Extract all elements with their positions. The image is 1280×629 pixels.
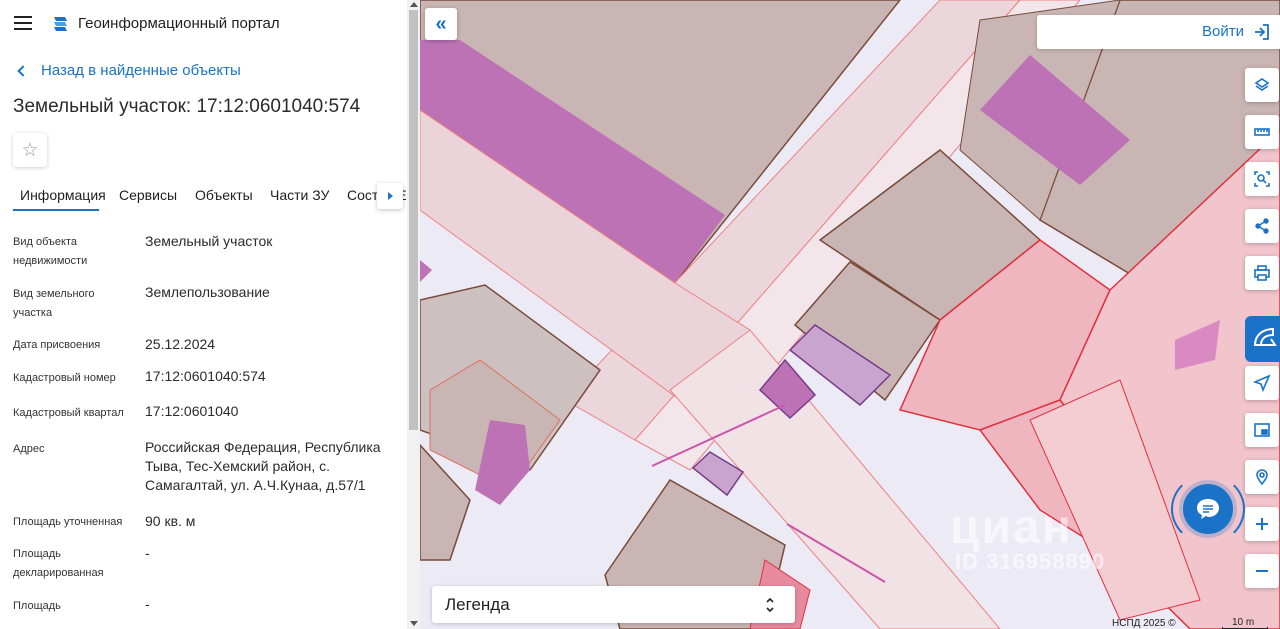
- print-button[interactable]: [1245, 256, 1279, 290]
- tabs-scroll-right-button[interactable]: [377, 183, 403, 209]
- login-icon: [1255, 24, 1269, 40]
- info-label: Площадь уточненная: [13, 516, 123, 528]
- legend-dropdown[interactable]: Легенда: [432, 586, 795, 623]
- object-title: Земельный участок: 17:12:0601040:574: [13, 96, 361, 117]
- sort-arrows-icon: [766, 597, 774, 613]
- double-chevron-left-icon: «: [435, 12, 447, 35]
- back-link-label: Назад в найденные объекты: [41, 62, 241, 79]
- hamburger-menu-icon[interactable]: [14, 16, 32, 32]
- cadastral-map[interactable]: [420, 0, 1280, 629]
- share-button[interactable]: [1245, 209, 1279, 243]
- legend-label: Легенда: [445, 595, 510, 614]
- info-label: Адрес: [13, 443, 45, 455]
- chevron-right-icon: [387, 192, 393, 200]
- chat-button[interactable]: [1183, 484, 1233, 534]
- active-tab-indicator: [13, 209, 99, 211]
- info-value: 17:12:0601040: [145, 403, 239, 419]
- printer-icon: [1254, 265, 1270, 281]
- info-label: Площадь: [13, 600, 61, 612]
- map-canvas[interactable]: [420, 0, 1280, 629]
- info-label: Кадастровый номер: [13, 372, 116, 384]
- watermark-id: ID 316958890: [955, 549, 1106, 574]
- plus-icon: [1256, 518, 1268, 530]
- info-value: 17:12:0601040:574: [145, 368, 266, 384]
- info-panel: Геоинформационный портал Назад в найденн…: [0, 0, 407, 629]
- portal-logo-icon: [54, 17, 67, 31]
- layers-icon: [1254, 78, 1270, 91]
- favorite-button[interactable]: ☆: [13, 133, 47, 167]
- chevron-left-icon: [17, 64, 29, 77]
- select-area-button[interactable]: [1245, 162, 1279, 196]
- tab-objects[interactable]: Объекты: [195, 178, 253, 211]
- zoom-out-button[interactable]: [1245, 554, 1279, 588]
- info-label: Вид земельного участка: [13, 288, 95, 319]
- app-root: Геоинформационный портал Назад в найденн…: [0, 0, 1280, 629]
- picture-in-picture-icon: [1254, 423, 1270, 437]
- info-value-address: Российская Федерация, Республика Тыва, Т…: [145, 439, 381, 493]
- watermark-logo: циан: [950, 501, 1073, 554]
- chat-bubble-icon: [1197, 499, 1219, 519]
- navigation-arrow-icon: [1253, 374, 1271, 392]
- measure-button[interactable]: [1245, 115, 1279, 149]
- collapse-panel-button[interactable]: «: [425, 8, 457, 40]
- layers-button[interactable]: [1245, 68, 1279, 102]
- ruler-icon: [1254, 128, 1270, 136]
- info-value: -: [145, 545, 150, 561]
- zoom-in-button[interactable]: [1245, 507, 1279, 541]
- star-outline-icon: ☆: [21, 139, 39, 161]
- scrollbar-thumb[interactable]: [409, 10, 418, 430]
- map-attribution: НСПД 2025 ©: [1112, 618, 1176, 629]
- share-icon: [1255, 218, 1269, 234]
- panel-header: Геоинформационный портал: [0, 0, 407, 50]
- minus-icon: [1256, 570, 1268, 572]
- area-search-icon: [1254, 171, 1270, 187]
- info-value: 25.12.2024: [145, 336, 216, 352]
- login-button[interactable]: Войти: [1037, 15, 1280, 49]
- cian-logo-icon: [1253, 327, 1277, 346]
- info-value: 90 кв. м: [145, 513, 196, 529]
- info-value: Земельный участок: [145, 233, 273, 249]
- portal-title: Геоинформационный портал: [78, 15, 280, 32]
- info-label: Вид объекта недвижимости: [13, 236, 88, 267]
- info-tabs: Информация Сервисы Объекты Части ЗУ Сост…: [0, 178, 407, 212]
- tab-information[interactable]: Информация: [20, 178, 106, 211]
- back-to-results-link[interactable]: Назад в найденные объекты: [16, 62, 241, 79]
- geolocation-icon: [1256, 469, 1268, 486]
- login-label: Войти: [1202, 23, 1244, 40]
- info-value: Землепользование: [145, 284, 270, 300]
- tab-parcel-parts[interactable]: Части ЗУ: [270, 178, 329, 211]
- tab-services[interactable]: Сервисы: [119, 178, 177, 211]
- navigate-button[interactable]: [1245, 366, 1279, 400]
- info-value: -: [145, 596, 150, 612]
- info-label: Площадь декларированная: [13, 548, 104, 579]
- panel-scrollbar[interactable]: [407, 0, 420, 629]
- info-label: Дата присвоения: [13, 339, 101, 351]
- minimap-button[interactable]: [1245, 413, 1279, 447]
- cian-widget-button[interactable]: [1245, 316, 1280, 362]
- scroll-up-arrow-icon[interactable]: [410, 2, 418, 7]
- scroll-down-arrow-icon[interactable]: [410, 621, 418, 626]
- geolocation-button[interactable]: [1245, 460, 1279, 494]
- info-label: Кадастровый квартал: [13, 407, 124, 419]
